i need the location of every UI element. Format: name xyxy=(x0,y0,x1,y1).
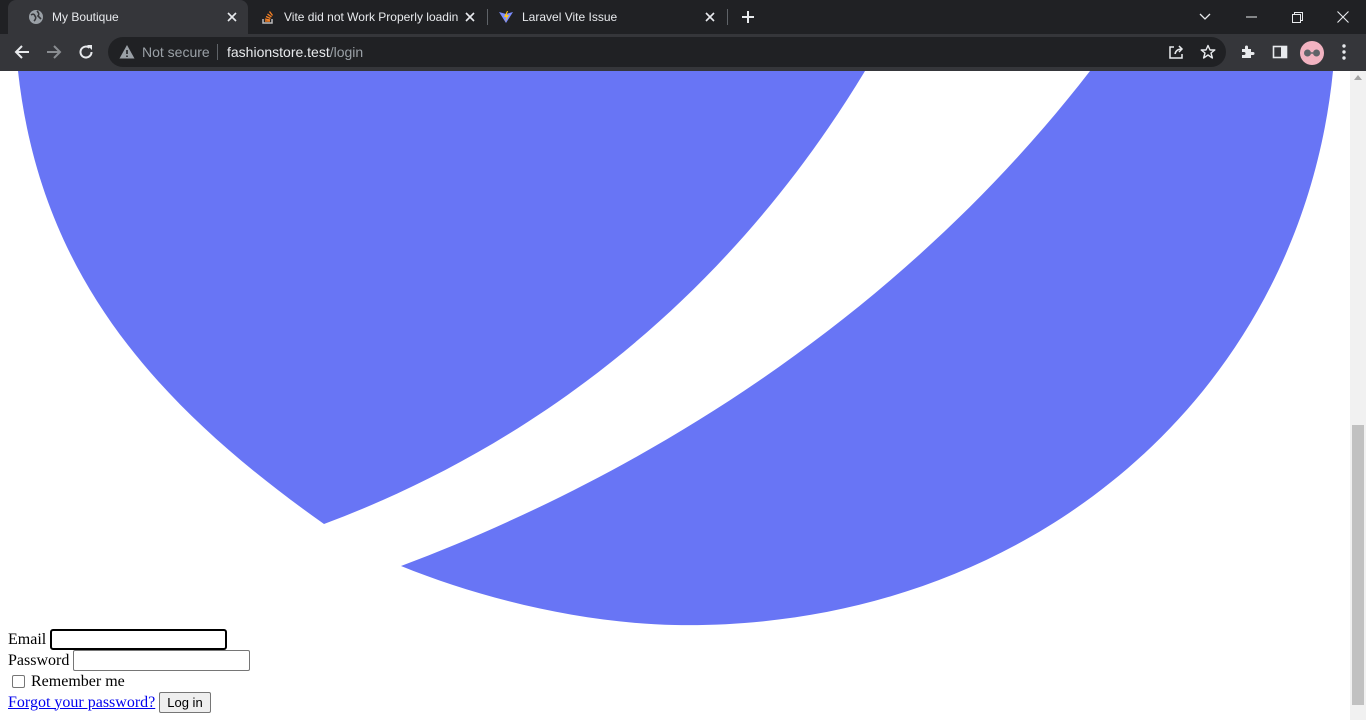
reload-button[interactable] xyxy=(72,38,100,66)
close-tab-icon[interactable] xyxy=(222,7,242,27)
scrollbar-thumb[interactable] xyxy=(1352,425,1364,705)
glasses-icon xyxy=(1304,49,1320,57)
page-scrollbar[interactable] xyxy=(1350,71,1366,720)
star-icon[interactable] xyxy=(1198,42,1218,62)
stackoverflow-icon xyxy=(260,9,276,25)
password-field[interactable] xyxy=(73,650,251,671)
close-tab-icon[interactable] xyxy=(460,7,480,27)
tab-title: Vite did not Work Properly loadin xyxy=(284,10,459,24)
side-panel-button[interactable] xyxy=(1266,38,1294,66)
minimize-icon xyxy=(1245,16,1257,18)
remember-me-label: Remember me xyxy=(31,672,125,690)
actions-row: Forgot your password? Log in xyxy=(8,692,250,713)
share-icon[interactable] xyxy=(1166,42,1186,62)
tab-vite-did-not-work[interactable]: Vite did not Work Properly loadin xyxy=(248,0,486,34)
scroll-up-arrow-icon[interactable] xyxy=(1354,75,1362,80)
security-label[interactable]: Not secure xyxy=(142,44,210,60)
chevron-down-icon xyxy=(1199,13,1211,20)
tab-search-button[interactable] xyxy=(1182,0,1228,34)
profile-avatar[interactable] xyxy=(1300,41,1324,65)
new-tab-button[interactable] xyxy=(736,5,760,29)
forward-button[interactable] xyxy=(40,38,68,66)
close-icon xyxy=(1337,11,1349,23)
browser-toolbar: Not secure fashionstore.test/login xyxy=(0,34,1366,71)
arrow-right-icon xyxy=(47,45,62,59)
arrow-left-icon xyxy=(14,45,29,59)
address-bar[interactable]: Not secure fashionstore.test/login xyxy=(108,37,1226,67)
forgot-password-link[interactable]: Forgot your password? xyxy=(8,694,155,712)
email-field[interactable] xyxy=(50,629,228,650)
minimize-button[interactable] xyxy=(1228,0,1274,34)
close-tab-icon[interactable] xyxy=(700,7,720,27)
login-button[interactable]: Log in xyxy=(159,692,211,713)
side-panel-icon xyxy=(1272,45,1288,59)
vite-icon xyxy=(498,9,514,25)
restore-button[interactable] xyxy=(1274,0,1320,34)
tab-title: My Boutique xyxy=(52,10,119,24)
remember-row: Remember me xyxy=(8,671,250,692)
login-form: Email Password Remember me Forgot your p… xyxy=(8,629,251,713)
tab-separator xyxy=(727,9,728,25)
close-window-button[interactable] xyxy=(1320,0,1366,34)
tab-my-boutique[interactable]: My Boutique xyxy=(8,0,248,34)
menu-button[interactable] xyxy=(1330,38,1358,66)
password-label: Password xyxy=(8,651,70,669)
extensions-button[interactable] xyxy=(1234,38,1262,66)
email-label: Email xyxy=(8,630,47,648)
tab-laravel-vite-issue[interactable]: Laravel Vite Issue xyxy=(488,0,726,34)
restore-icon xyxy=(1291,11,1303,23)
email-row: Email xyxy=(8,629,250,650)
remember-me-checkbox[interactable] xyxy=(12,675,25,688)
tab-strip: My Boutique Vite did not Work Properly l… xyxy=(0,0,1366,34)
application-logo xyxy=(18,71,1333,626)
back-button[interactable] xyxy=(8,38,36,66)
password-row: Password xyxy=(8,650,251,671)
url-path: /login xyxy=(329,44,364,60)
plus-icon xyxy=(742,11,754,23)
page-viewport: Email Password Remember me Forgot your p… xyxy=(0,71,1350,720)
tab-title: Laravel Vite Issue xyxy=(522,10,618,24)
kebab-menu-icon xyxy=(1342,44,1346,60)
reload-icon xyxy=(79,45,93,59)
warning-icon[interactable] xyxy=(119,44,135,65)
globe-icon xyxy=(28,9,44,25)
url-host: fashionstore.test xyxy=(227,44,330,60)
puzzle-icon xyxy=(1242,45,1255,58)
url-text[interactable]: fashionstore.test/login xyxy=(227,44,363,60)
address-separator xyxy=(217,44,218,60)
